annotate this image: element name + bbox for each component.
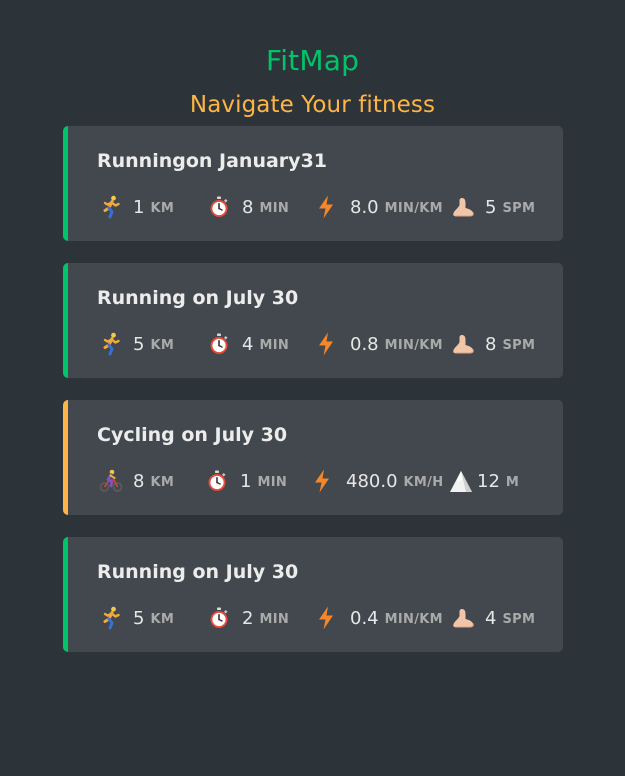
- cadence-value: 5: [485, 196, 497, 218]
- elevation-value: 12: [477, 470, 500, 492]
- distance-value: 1: [133, 196, 145, 218]
- speed-value: 480.0: [346, 470, 398, 492]
- distance-unit: KM: [150, 201, 175, 216]
- pace-value: 8.0: [350, 196, 379, 218]
- duration-unit: MIN: [259, 612, 290, 627]
- pace-value: 0.4: [350, 607, 379, 629]
- stopwatch-icon: [208, 194, 234, 220]
- workout-speed: 480.0 KM/H: [312, 467, 443, 495]
- workout-duration: 2 MIN: [208, 604, 289, 632]
- elevation-unit: M: [505, 475, 520, 490]
- pace-unit: MIN/KM: [384, 612, 443, 627]
- workout-distance: 1 KM: [99, 193, 174, 221]
- distance-unit: KM: [150, 612, 175, 627]
- foot-icon: [451, 605, 477, 631]
- duration-unit: MIN: [259, 338, 290, 353]
- workout-card-cycling[interactable]: Cycling on July 30 8 KM 1 MIN 480.0 KM/H: [63, 400, 563, 515]
- pace-value: 0.8: [350, 333, 379, 355]
- cyclist-icon: [99, 468, 125, 494]
- runner-icon: [99, 605, 125, 631]
- pace-unit: MIN/KM: [384, 338, 443, 353]
- workout-distance: 8 KM: [99, 467, 174, 495]
- workout-card-running[interactable]: Running on July 30 5 KM 2 MIN 0.4 MIN/KM: [63, 537, 563, 652]
- lightning-icon: [316, 331, 342, 357]
- distance-value: 8: [133, 470, 145, 492]
- duration-value: 4: [242, 333, 254, 355]
- runner-icon: [99, 194, 125, 220]
- workout-title: Running on July 30: [97, 561, 299, 583]
- workout-duration: 1 MIN: [206, 467, 287, 495]
- distance-unit: KM: [150, 338, 175, 353]
- workout-pace: 8.0 MIN/KM: [316, 193, 443, 221]
- lightning-icon: [316, 194, 342, 220]
- workout-title: Runningon January31: [97, 150, 328, 172]
- cadence-unit: SPM: [502, 201, 536, 216]
- workout-card-running[interactable]: Runningon January31 1 KM 8 MIN 8.0 MIN/K…: [63, 126, 563, 241]
- workout-duration: 4 MIN: [208, 330, 289, 358]
- app-title: FitMap: [265, 44, 360, 77]
- workout-cadence: 4 SPM: [451, 604, 535, 632]
- cadence-value: 8: [485, 333, 497, 355]
- workout-card-running[interactable]: Running on July 30 5 KM 4 MIN 0.8 MIN/KM: [63, 263, 563, 378]
- app-subtitle: Navigate Your fitness: [189, 92, 436, 118]
- distance-unit: KM: [150, 475, 175, 490]
- speed-unit: KM/H: [403, 475, 444, 490]
- workout-cadence: 5 SPM: [451, 193, 535, 221]
- foot-icon: [451, 194, 477, 220]
- duration-unit: MIN: [257, 475, 288, 490]
- workout-pace: 0.4 MIN/KM: [316, 604, 443, 632]
- workout-title: Running on July 30: [97, 287, 299, 309]
- distance-value: 5: [133, 607, 145, 629]
- cadence-unit: SPM: [502, 612, 536, 627]
- duration-value: 1: [240, 470, 252, 492]
- cadence-value: 4: [485, 607, 497, 629]
- stopwatch-icon: [206, 468, 232, 494]
- workout-duration: 8 MIN: [208, 193, 289, 221]
- workout-cadence: 8 SPM: [451, 330, 535, 358]
- workout-elevation: 12 M: [449, 467, 519, 495]
- cadence-unit: SPM: [502, 338, 536, 353]
- workout-pace: 0.8 MIN/KM: [316, 330, 443, 358]
- pace-unit: MIN/KM: [384, 201, 443, 216]
- workout-distance: 5 KM: [99, 330, 174, 358]
- foot-icon: [451, 331, 477, 357]
- runner-icon: [99, 331, 125, 357]
- stopwatch-icon: [208, 605, 234, 631]
- distance-value: 5: [133, 333, 145, 355]
- lightning-icon: [316, 605, 342, 631]
- stopwatch-icon: [208, 331, 234, 357]
- workout-list: Runningon January31 1 KM 8 MIN 8.0 MIN/K…: [63, 126, 563, 674]
- duration-unit: MIN: [259, 201, 290, 216]
- workout-distance: 5 KM: [99, 604, 174, 632]
- duration-value: 2: [242, 607, 254, 629]
- workout-title: Cycling on July 30: [97, 424, 288, 446]
- lightning-icon: [312, 468, 338, 494]
- mountain-icon: [449, 468, 475, 494]
- duration-value: 8: [242, 196, 254, 218]
